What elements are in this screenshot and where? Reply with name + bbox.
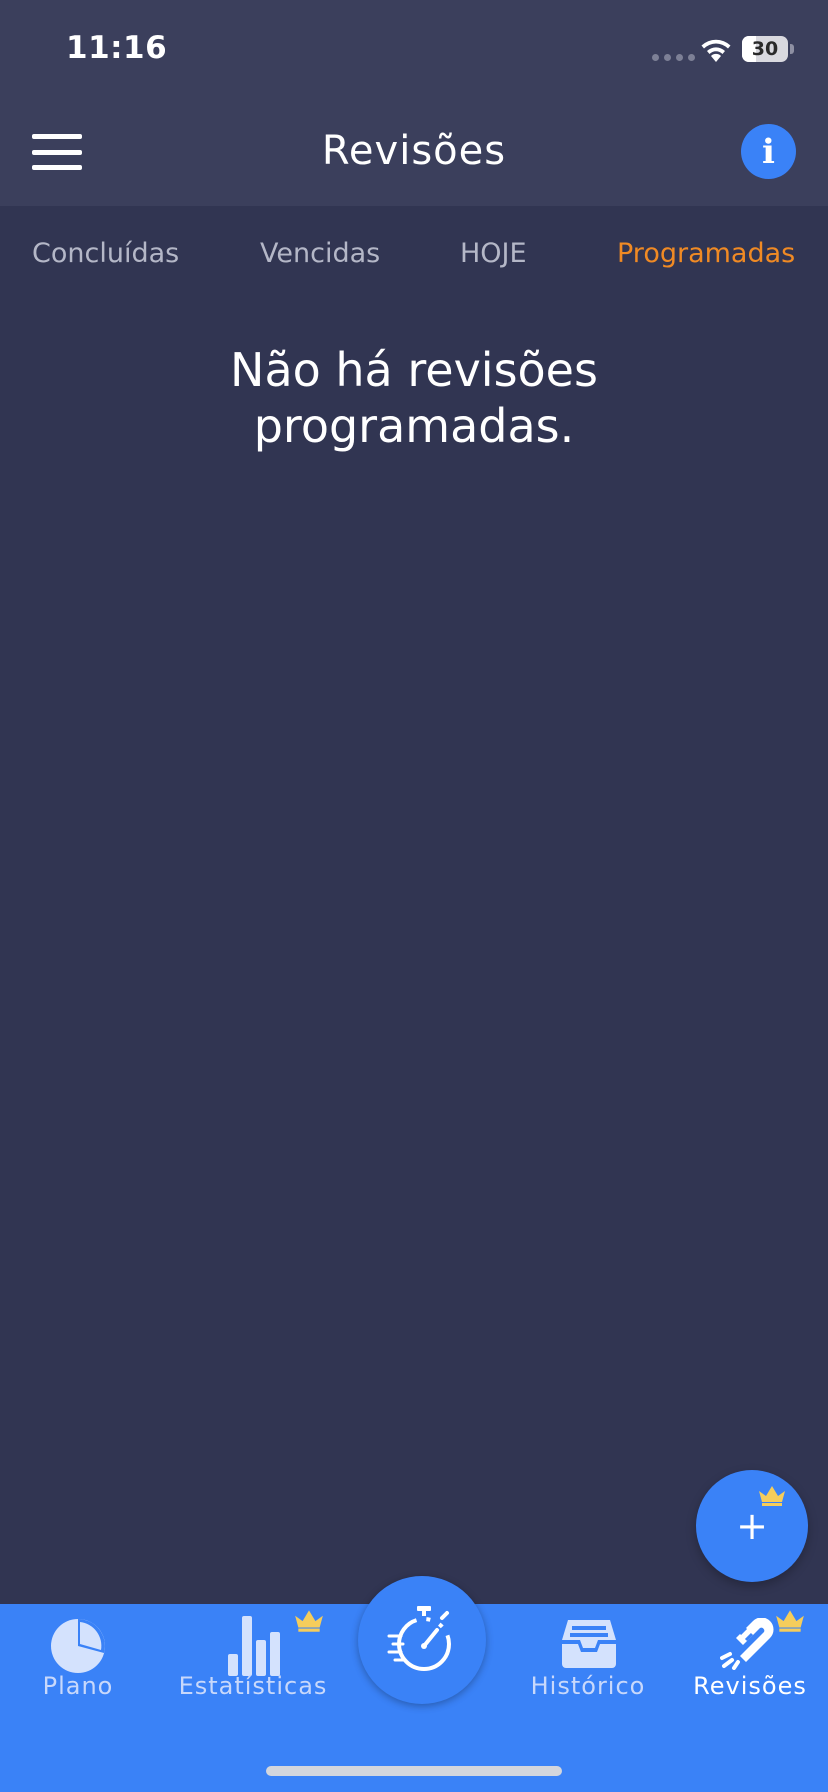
home-indicator — [266, 1766, 562, 1776]
tab-concluidas[interactable]: Concluídas — [32, 238, 179, 269]
nav-item-revisoes[interactable]: Revisões — [676, 1604, 828, 1714]
cellular-signal-icon — [652, 54, 695, 61]
top-bar: 11:16 30 Revisões i — [0, 0, 828, 206]
nav-item-plano[interactable]: Plano — [0, 1604, 156, 1714]
info-button[interactable]: i — [741, 124, 796, 179]
empty-state-message: Não há revisões programadas. — [114, 342, 714, 454]
tab-programadas[interactable]: Programadas — [617, 238, 795, 269]
stopwatch-icon — [387, 1606, 451, 1671]
battery-cap — [790, 44, 794, 54]
nav-label-plano: Plano — [42, 1672, 114, 1700]
app-screen: 11:16 30 Revisões i Concluídas Vencidas … — [0, 0, 828, 1792]
pie-chart-icon — [51, 1619, 105, 1673]
crown-icon — [759, 1486, 785, 1506]
wifi-icon — [701, 39, 731, 62]
empty-state-line-1: Não há revisões — [230, 343, 598, 397]
nav-label-revisoes: Revisões — [693, 1672, 807, 1700]
archive-icon — [562, 1620, 616, 1668]
tab-hoje[interactable]: HOJE — [460, 238, 527, 269]
crown-icon — [295, 1610, 323, 1632]
add-button[interactable]: + — [696, 1470, 808, 1582]
empty-state-line-2: programadas. — [253, 399, 575, 453]
status-time: 11:16 — [66, 30, 168, 66]
bar-chart-icon — [228, 1616, 280, 1676]
battery-icon: 30 — [742, 36, 788, 62]
battery-level: 30 — [751, 38, 779, 60]
page-title: Revisões — [321, 128, 507, 174]
tab-bar: Concluídas Vencidas HOJE Programadas — [0, 206, 828, 302]
timer-button[interactable] — [358, 1576, 486, 1704]
tab-vencidas[interactable]: Vencidas — [260, 238, 380, 269]
nav-item-estatisticas[interactable]: Estatísticas — [156, 1604, 346, 1714]
nav-label-estatisticas: Estatísticas — [178, 1672, 328, 1700]
crown-icon — [776, 1610, 804, 1632]
